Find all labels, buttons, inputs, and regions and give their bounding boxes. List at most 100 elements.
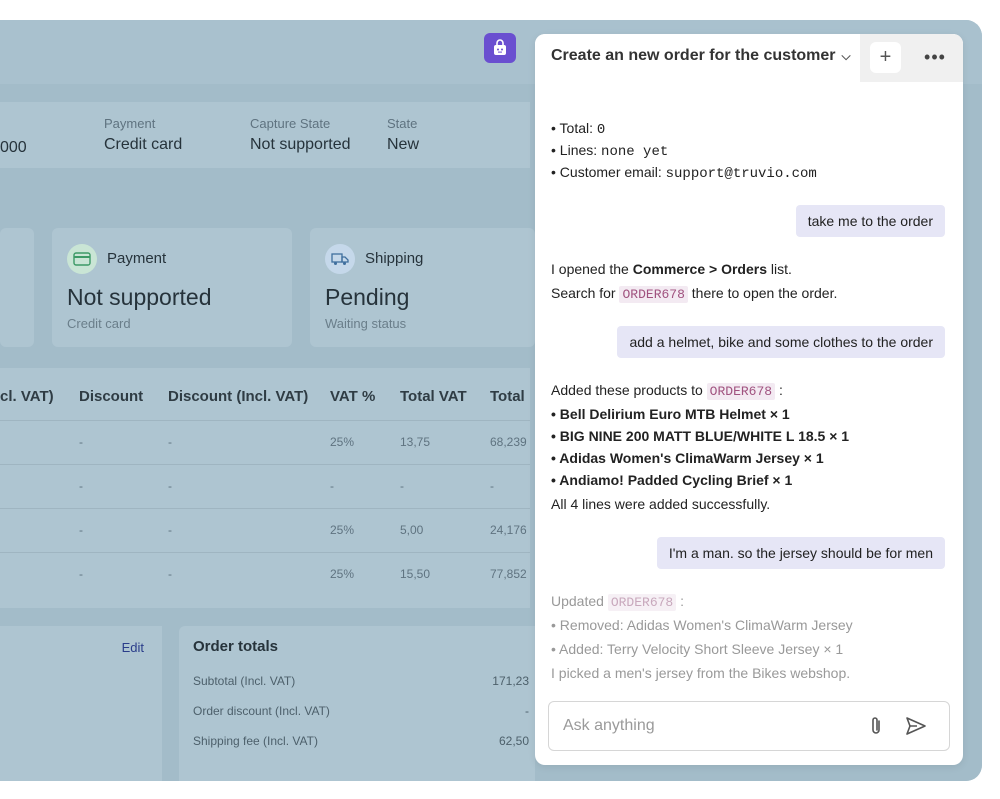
table-cell: 15,50 [400,567,431,581]
table-cell: 5,00 [400,523,424,537]
payment-card: Payment Not supported Credit card [52,228,292,347]
message-text-bold: Commerce > Orders [632,261,767,277]
summary-label: Total: [559,120,594,136]
table-cell: - [400,479,404,493]
chat-messages: • Total: 0 • Lines: none yet • Customer … [535,82,963,682]
table-row[interactable]: - - 25% 5,00 24,176 [0,508,530,552]
message-text: there to open the order. [687,285,838,301]
assistant-message-line: All 4 lines were added successfully. [551,496,771,512]
column-header[interactable]: Discount [79,388,143,405]
summary-line-lines: • Lines: none yet [551,142,669,160]
chat-input-placeholder: Ask anything [563,717,655,734]
list-item: • Removed: Adidas Women's ClimaWarm Jers… [551,617,853,633]
summary-value: none yet [601,144,669,160]
table-cell: 25% [330,567,355,581]
list-item: • Bell Delirium Euro MTB Helmet × 1 [551,406,790,422]
list-item: • Andiamo! Padded Cycling Brief × 1 [551,472,793,488]
table-cell: - [168,567,172,581]
card-subtitle: Credit card [67,316,131,331]
list-item: • Adidas Women's ClimaWarm Jersey × 1 [551,450,824,466]
column-header[interactable]: VAT % [330,388,375,405]
table-cell: - [168,435,172,449]
assistant-message-line: I opened the Commerce > Orders list. [551,261,792,277]
card-title: Shipping [365,250,424,267]
summary-label: Lines: [559,142,598,158]
message-text: : [775,382,783,398]
table-row[interactable]: - - 25% 13,75 68,239 [0,420,530,464]
info-value: New [387,136,420,153]
table-cell: 25% [330,435,355,449]
send-icon[interactable] [905,715,927,742]
user-message: I'm a man. so the jersey should be for m… [656,537,945,569]
line-items-table: cl. VAT) Discount Discount (Incl. VAT) V… [0,368,530,608]
order-info-strip: 000 Payment Credit card Capture State No… [0,102,530,168]
chevron-down-icon: ⌵ [841,49,851,63]
edit-address-link[interactable]: Edit [122,640,144,655]
table-cell: 77,852 [490,567,527,581]
address-card: Edit [0,626,162,781]
paperclip-icon[interactable] [867,715,885,742]
totals-row: Order discount (Incl. VAT) - [193,704,529,718]
chat-input[interactable]: Ask anything [548,701,950,751]
info-label: Payment [104,116,156,131]
truck-icon [325,244,355,274]
info-value: Not supported [250,136,351,153]
table-cell: - [168,523,172,537]
assistant-bot-icon[interactable] [484,33,516,63]
table-cell: - [79,435,83,449]
info-value: 000 [0,139,27,156]
table-cell: - [330,479,334,493]
totals-value: - [525,704,529,718]
table-row[interactable]: - - - - - [0,464,530,508]
column-header[interactable]: Discount (Incl. VAT) [168,388,308,405]
update-line: Added: Terry Velocity Short Sleeve Jerse… [559,641,844,657]
more-options-button[interactable]: ••• [915,42,955,73]
assistant-message-line: I picked a men's jersey from the Bikes w… [551,665,851,681]
chat-title-dropdown[interactable]: Create an new order for the customer ⌵ [551,47,851,65]
totals-value: 171,23 [492,674,529,688]
assistant-message-line: Search for ORDER678 there to open the or… [551,285,838,303]
chat-header-actions: + ••• [860,34,963,82]
chat-title: Create an new order for the customer [551,47,836,64]
table-cell: - [168,479,172,493]
column-header[interactable]: cl. VAT) [0,388,54,405]
totals-row: Shipping fee (Incl. VAT) 62,50 [193,734,529,748]
list-item: • Added: Terry Velocity Short Sleeve Jer… [551,641,844,657]
column-header[interactable]: Total VAT [400,388,467,405]
order-code: ORDER678 [619,286,688,303]
card-title: Payment [107,250,167,267]
chat-header: Create an new order for the customer ⌵ + … [535,34,963,82]
summary-line-total: • Total: 0 [551,120,606,138]
table-cell: - [79,479,83,493]
column-header[interactable]: Total [490,388,525,405]
table-cell: - [79,523,83,537]
message-text: list. [766,261,792,277]
table-cell: - [79,567,83,581]
summary-label: Customer email: [559,164,662,180]
totals-label: Order discount (Incl. VAT) [193,704,330,718]
table-cell: 13,75 [400,435,431,449]
order-info-state: State New [387,116,419,154]
table-row[interactable]: - - 25% 15,50 77,852 [0,552,530,596]
product-line: Adidas Women's ClimaWarm Jersey × 1 [559,450,824,466]
message-text: I opened the [551,261,633,277]
list-item: • BIG NINE 200 MATT BLUE/WHITE L 18.5 × … [551,428,850,444]
card-subtitle: Waiting status [325,316,407,331]
order-code: ORDER678 [706,383,776,400]
card-value: Not supported [67,284,212,310]
message-text: Added these products to [551,382,707,398]
card-value: Pending [325,284,410,310]
info-label: State [387,116,418,131]
message-text: Search for [551,285,620,301]
order-info-capture-state: Capture State Not supported [250,116,351,154]
message-text: Updated [551,593,608,609]
new-chat-button[interactable]: + [870,42,901,73]
info-label: Capture State [250,116,331,131]
product-line: Bell Delirium Euro MTB Helmet × 1 [559,406,790,422]
assistant-message-line: Added these products to ORDER678 : [551,382,783,400]
totals-row: Subtotal (Incl. VAT) 171,23 [193,674,529,688]
table-cell: 68,239 [490,435,527,449]
table-cell: 25% [330,523,355,537]
shipping-card: Shipping Pending Waiting status [310,228,535,347]
assistant-message-line: Updated ORDER678 : [551,593,684,611]
